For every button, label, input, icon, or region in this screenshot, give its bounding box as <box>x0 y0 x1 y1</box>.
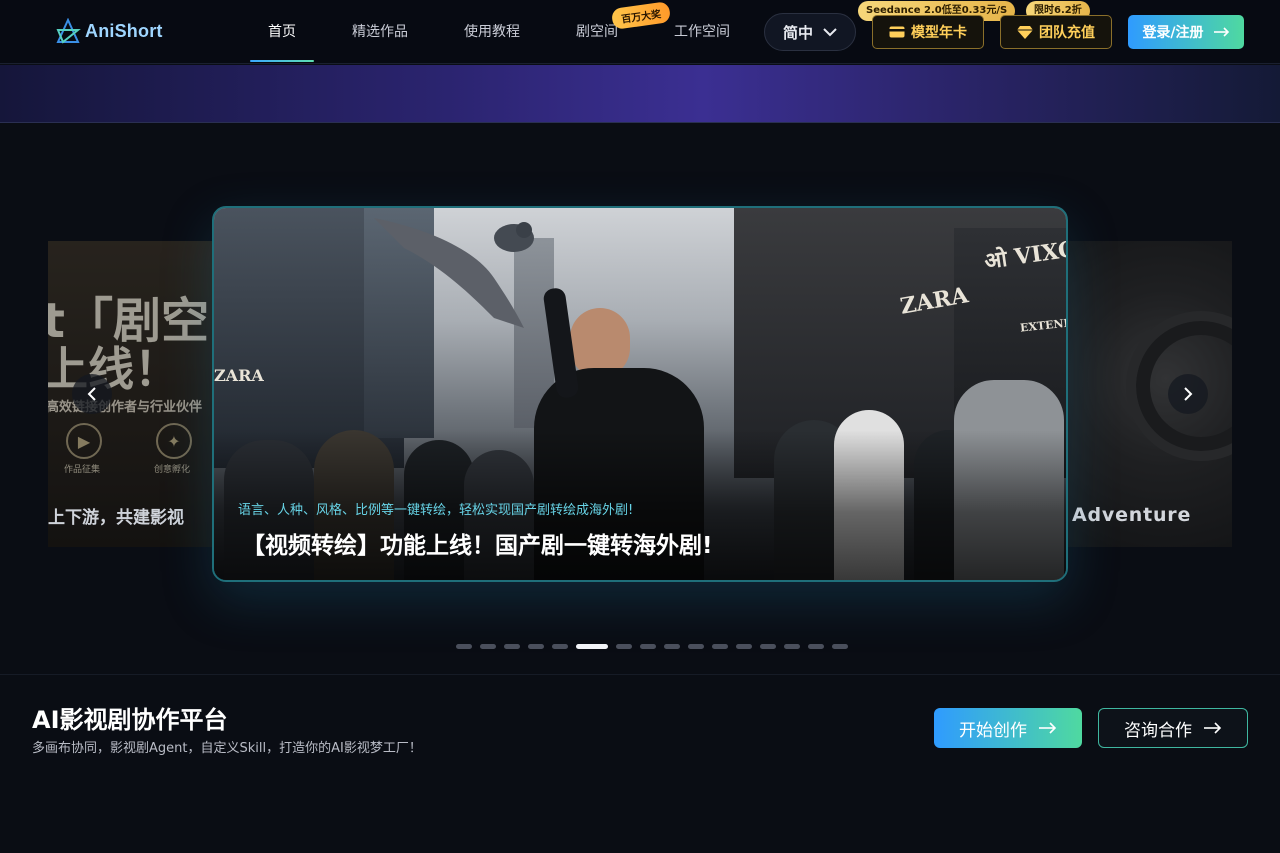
active-slide-subtitle: 语言、人种、风格、比例等一键转绘，轻松实现国产剧转绘成海外剧! <box>238 503 634 518</box>
chevron-down-icon <box>823 27 837 36</box>
shop-sign-zara-left: ZARA <box>214 366 264 385</box>
platform-intro-section: AI影视剧协作平台 多画布协同，影视剧Agent，自定义Skill，打造你的AI… <box>0 674 1280 853</box>
language-label: 简中 <box>782 23 813 42</box>
consult-cooperation-label: 咨询合作 <box>1124 720 1192 741</box>
carousel-dot[interactable] <box>736 644 752 649</box>
top-navigation-bar: AniShort 首页 精选作品 使用教程 剧空间 工作空间 百万大奖 简中 S… <box>0 0 1280 64</box>
nav-item-home[interactable]: 首页 <box>250 0 314 64</box>
arrow-right-icon <box>1213 27 1229 37</box>
chevron-right-icon <box>1184 387 1193 401</box>
carousel-dot[interactable] <box>576 644 608 649</box>
arrow-right-icon <box>1204 722 1222 734</box>
nav-item-tutorials[interactable]: 使用教程 <box>464 0 520 64</box>
card-icon <box>889 26 905 38</box>
consult-cooperation-button[interactable]: 咨询合作 <box>1098 708 1248 748</box>
carousel-pagination <box>456 644 848 649</box>
hero-carousel: t「剧空间 上线！ 高效链接创作者与行业伙伴 ▶ 作品征集 ✦ 创意孵化 上下游… <box>0 124 1280 674</box>
model-annual-card-label: 模型年卡 <box>911 25 967 41</box>
login-register-button[interactable]: 登录/注册 <box>1128 15 1244 49</box>
carousel-prev-button[interactable] <box>72 374 112 414</box>
active-slide-title: 【视频转绘】功能上线！国产剧一键转海外剧! <box>242 533 713 559</box>
carousel-dot[interactable] <box>504 644 520 649</box>
anishort-logo-icon <box>56 18 81 44</box>
carousel-dot[interactable] <box>456 644 472 649</box>
nav-item-drama-space[interactable]: 剧空间 <box>576 0 618 64</box>
carousel-dot[interactable] <box>640 644 656 649</box>
diamond-icon <box>1017 26 1033 39</box>
carousel-dot[interactable] <box>688 644 704 649</box>
carousel-dot[interactable] <box>832 644 848 649</box>
chevron-left-icon <box>87 387 96 401</box>
language-selector[interactable]: 简中 <box>764 13 856 51</box>
model-annual-card-button[interactable]: 模型年卡 <box>872 15 984 49</box>
nav-item-workspace[interactable]: 工作空间 <box>674 0 730 64</box>
carousel-slide-active[interactable]: ZARA ZARA ओ VIXOO EXTENDRA 语言、人种、风格、比例等一… <box>212 206 1068 582</box>
nav-item-featured-works[interactable]: 精选作品 <box>352 0 408 64</box>
carousel-dot[interactable] <box>784 644 800 649</box>
team-recharge-button[interactable]: 团队充值 <box>1000 15 1112 49</box>
carousel-dot[interactable] <box>616 644 632 649</box>
team-recharge-label: 团队充值 <box>1039 25 1095 41</box>
carousel-dot[interactable] <box>664 644 680 649</box>
promo-banner-strip <box>0 65 1280 123</box>
carousel-dot[interactable] <box>552 644 568 649</box>
login-register-label: 登录/注册 <box>1142 25 1204 41</box>
arrow-right-icon <box>1039 722 1057 734</box>
carousel-next-button[interactable] <box>1168 374 1208 414</box>
carousel-dot[interactable] <box>480 644 496 649</box>
start-creating-label: 开始创作 <box>959 720 1027 741</box>
start-creating-button[interactable]: 开始创作 <box>934 708 1082 748</box>
carousel-dot[interactable] <box>528 644 544 649</box>
previous-slide-caption: 上下游，共建影视 <box>48 508 184 528</box>
logo[interactable]: AniShort <box>55 18 163 44</box>
pigeon-shape <box>374 218 534 328</box>
carousel-dot[interactable] <box>712 644 728 649</box>
platform-subtitle: 多画布协同，影视剧Agent，自定义Skill，打造你的AI影视梦工厂！ <box>32 741 422 756</box>
platform-title: AI影视剧协作平台 <box>32 706 228 734</box>
logo-text: AniShort <box>85 20 163 41</box>
next-slide-title: Adventure <box>1072 504 1192 526</box>
carousel-dot[interactable] <box>760 644 776 649</box>
carousel-dot[interactable] <box>808 644 824 649</box>
